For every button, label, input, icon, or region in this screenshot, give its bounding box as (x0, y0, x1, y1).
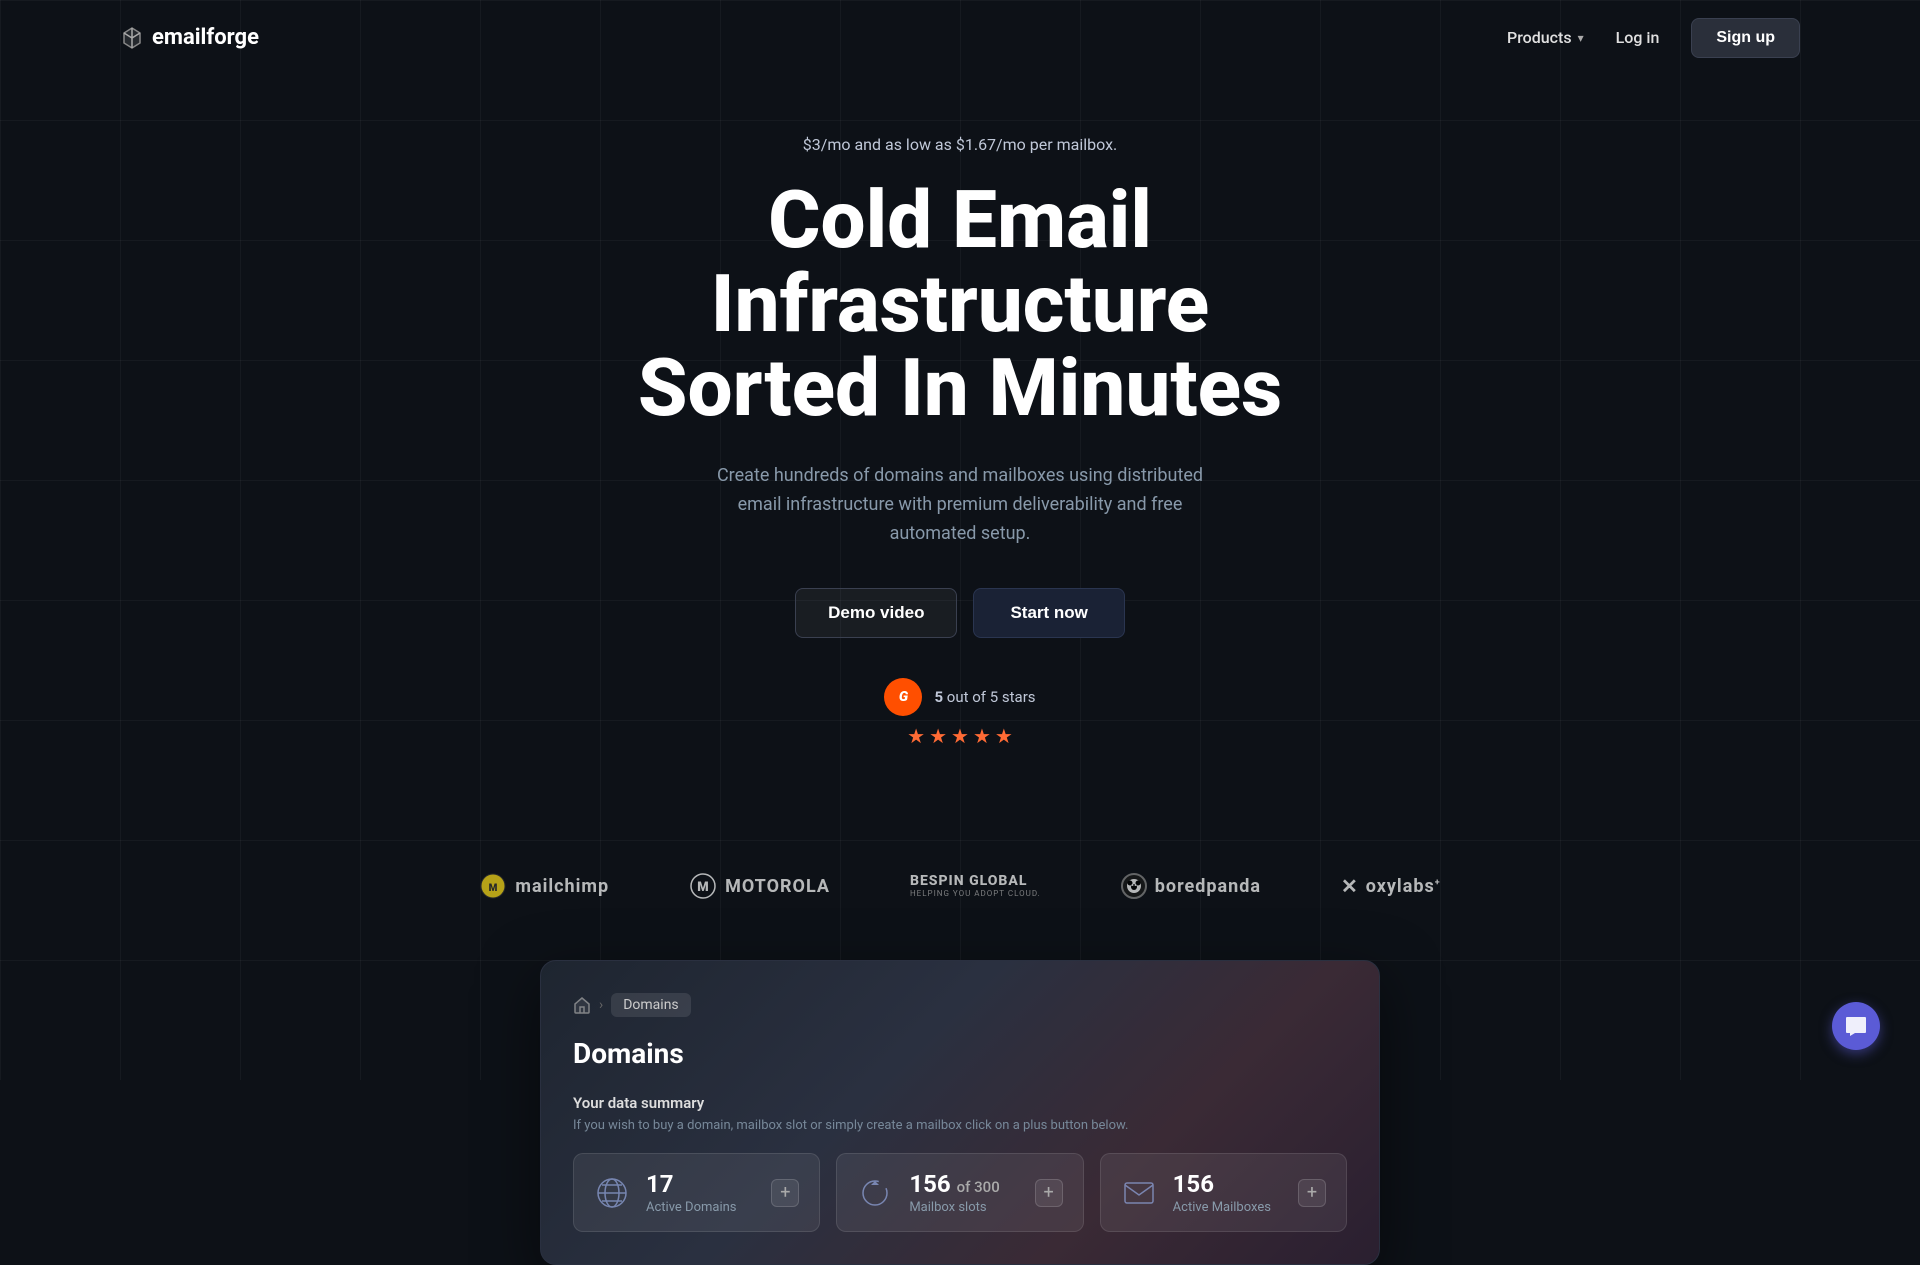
refresh-icon (857, 1175, 893, 1211)
stars-row: ★ ★ ★ ★ ★ (907, 724, 1013, 748)
stat-label-domains: Active Domains (646, 1200, 755, 1215)
stat-card-mailbox-slots: 156 of 300 Mailbox slots + (836, 1153, 1083, 1232)
nav-right: Products ▾ Log in Sign up (1507, 18, 1800, 58)
boredpanda-icon (1121, 873, 1147, 899)
chat-bubble[interactable] (1832, 1002, 1880, 1050)
demo-video-button[interactable]: Demo video (795, 588, 957, 638)
data-summary-label: Your data summary (573, 1094, 1347, 1112)
rating-text: 5 out of 5 stars (934, 688, 1035, 706)
star-3: ★ (951, 724, 969, 748)
svg-text:M: M (489, 883, 498, 894)
motorola-text: MOTOROLA (725, 876, 830, 897)
bespin-main: BESPIN GLOBAL (910, 874, 1041, 889)
stat-number-mailboxes: 156 (1173, 1170, 1282, 1198)
breadcrumb: › Domains (573, 993, 1347, 1017)
star-4: ★ (973, 724, 991, 748)
logo-icon (120, 26, 144, 50)
start-now-button[interactable]: Start now (973, 588, 1124, 638)
breadcrumb-separator: › (599, 997, 603, 1013)
oxylabs-text: oxylabs+ (1366, 876, 1441, 897)
panda-icon (1125, 877, 1143, 895)
motorola-icon: M (689, 872, 717, 900)
home-icon (573, 996, 591, 1014)
stat-card-mailboxes: 156 Active Mailboxes + (1100, 1153, 1347, 1232)
add-mailbox-button[interactable]: + (1298, 1179, 1326, 1207)
login-button[interactable]: Log in (1616, 28, 1660, 47)
mailchimp-icon: M (479, 872, 507, 900)
globe-icon (594, 1175, 630, 1211)
hero-title: Cold Email Infrastructure Sorted In Minu… (510, 178, 1410, 430)
navbar: emailforge Products ▾ Log in Sign up (0, 0, 1920, 75)
stat-content-domains: 17 Active Domains (646, 1170, 755, 1215)
bespin-sub: HELPING YOU ADOPT CLOUD. (910, 890, 1041, 899)
dashboard-title: Domains (573, 1037, 1347, 1070)
boredpanda-text: boredpanda (1155, 876, 1261, 897)
dashboard-preview: › Domains Domains Your data summary If y… (540, 960, 1380, 1265)
rating-out-of: out of 5 stars (947, 688, 1036, 706)
rating-section: G 5 out of 5 stars ★ ★ ★ ★ ★ (884, 678, 1035, 748)
hero-title-line2: Sorted In Minutes (638, 341, 1282, 435)
logo-text: emailforge (152, 25, 259, 50)
partner-boredpanda: boredpanda (1121, 873, 1261, 899)
stat-number-domains: 17 (646, 1170, 755, 1198)
stat-number-slots: 156 of 300 (909, 1170, 1018, 1198)
products-label: Products (1507, 28, 1572, 47)
add-slot-button[interactable]: + (1035, 1179, 1063, 1207)
stats-row: 17 Active Domains + 156 of 300 Mailbox s… (573, 1153, 1347, 1232)
add-domain-button[interactable]: + (771, 1179, 799, 1207)
chat-icon (1845, 1015, 1867, 1037)
stat-content-mailboxes: 156 Active Mailboxes (1173, 1170, 1282, 1215)
oxylabs-x-icon: ✕ (1341, 874, 1358, 898)
mailchimp-text: mailchimp (515, 876, 609, 897)
hero-buttons: Demo video Start now (795, 588, 1125, 638)
partner-oxylabs: ✕ oxylabs+ (1341, 874, 1441, 898)
rating-score: 5 (934, 688, 943, 706)
g2-badge: G (884, 678, 922, 716)
stat-card-domains: 17 Active Domains + (573, 1153, 820, 1232)
stat-label-slots: Mailbox slots (909, 1200, 1018, 1215)
partners-section: M mailchimp M MOTOROLA BESPIN GLOBAL HEL… (0, 852, 1920, 960)
hero-title-line1: Cold Email Infrastructure (711, 173, 1209, 351)
stat-label-mailboxes: Active Mailboxes (1173, 1200, 1282, 1215)
signup-button[interactable]: Sign up (1691, 18, 1800, 58)
partner-motorola: M MOTOROLA (689, 872, 830, 900)
bespin-text: BESPIN GLOBAL HELPING YOU ADOPT CLOUD. (910, 874, 1041, 898)
partner-mailchimp: M mailchimp (479, 872, 609, 900)
svg-text:M: M (697, 880, 708, 895)
rating-row: G 5 out of 5 stars (884, 678, 1035, 716)
star-2: ★ (929, 724, 947, 748)
chevron-down-icon: ▾ (1578, 31, 1584, 45)
hero-section: $3/mo and as low as $1.67/mo per mailbox… (0, 75, 1920, 852)
star-5: ★ (995, 724, 1013, 748)
hero-subtitle: Create hundreds of domains and mailboxes… (700, 462, 1220, 548)
data-summary-desc: If you wish to buy a domain, mailbox slo… (573, 1118, 1347, 1133)
logo-link[interactable]: emailforge (120, 25, 259, 50)
products-menu[interactable]: Products ▾ (1507, 28, 1584, 47)
stat-slots-total: of 300 (957, 1178, 1000, 1196)
pricing-text: $3/mo and as low as $1.67/mo per mailbox… (803, 135, 1118, 154)
stat-content-slots: 156 of 300 Mailbox slots (909, 1170, 1018, 1215)
star-1: ★ (907, 724, 925, 748)
mail-icon (1121, 1175, 1157, 1211)
breadcrumb-domains[interactable]: Domains (611, 993, 690, 1017)
partner-bespin: BESPIN GLOBAL HELPING YOU ADOPT CLOUD. (910, 874, 1041, 898)
